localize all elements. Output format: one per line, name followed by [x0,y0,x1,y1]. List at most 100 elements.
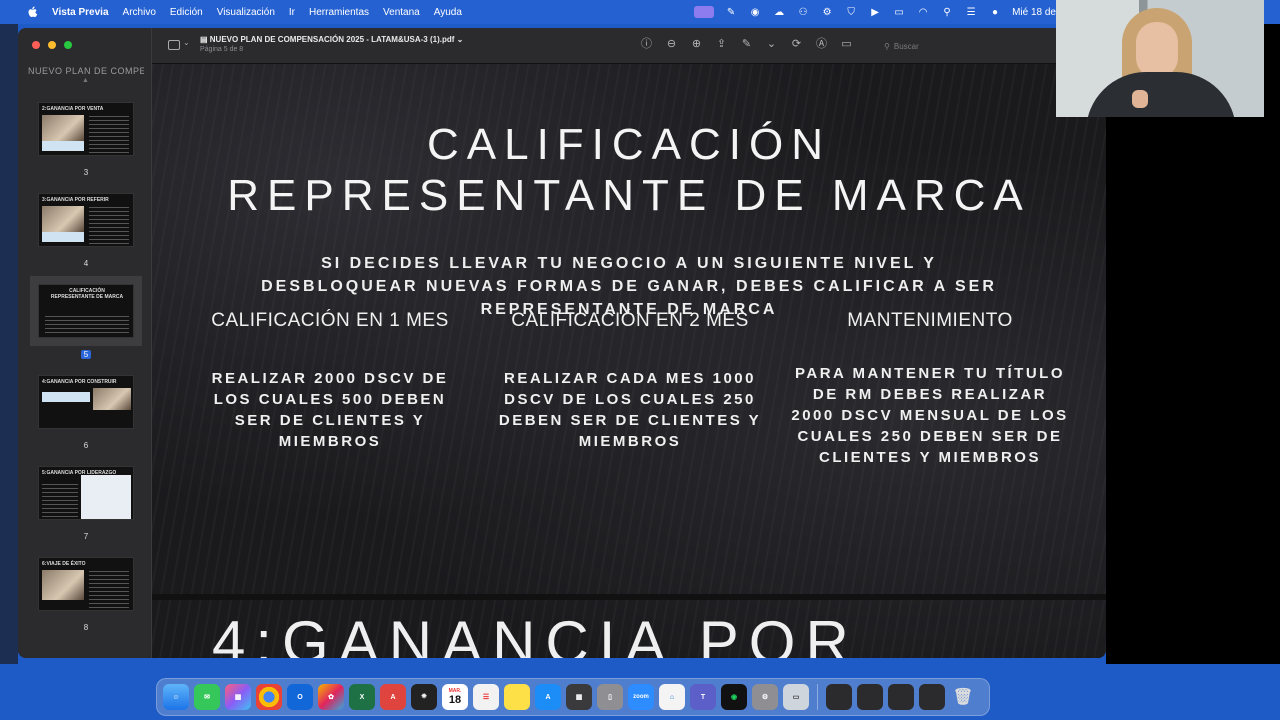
outlook-icon[interactable]: O [287,684,313,710]
info-icon[interactable]: ⓘ [640,38,653,51]
recent-window-4-icon[interactable] [919,684,945,710]
play-icon[interactable]: ▶ [868,5,882,19]
wifi-icon[interactable]: ◠ [916,5,930,19]
thumbnail-photo [93,388,131,410]
calculator-icon[interactable]: ▦ [566,684,592,710]
scroll-up-icon[interactable]: ▲ [82,77,89,84]
sidebar-toggle-icon[interactable] [168,40,180,50]
page-separator [152,594,1106,600]
trash-icon[interactable]: 🗑 [950,684,976,710]
calendar-icon[interactable]: MAR. 18 [442,684,468,710]
markup-pen-icon[interactable]: ✎ [740,38,753,51]
annotate-icon[interactable]: Ⓐ [815,38,828,51]
thumbnail-sidebar: NUEVO PLAN DE COMPE... ▲ 2:GANANCIA POR … [18,28,152,658]
thumbnail-label: 4:GANANCIA POR CONSTRUIR [42,379,117,385]
zoom-in-icon[interactable]: ⊕ [690,38,703,51]
search-field[interactable]: ⚲ Buscar [884,37,994,55]
messages-icon[interactable]: ✉ [194,684,220,710]
menu-ventana[interactable]: Ventana [383,7,420,18]
close-button[interactable] [32,41,40,49]
menu-ayuda[interactable]: Ayuda [434,7,462,18]
control-center-icon[interactable]: ☰ [964,5,978,19]
thumbnail-photo [42,570,84,600]
thumbnail-page-number: 3 [83,168,89,177]
iphone-mirroring-icon[interactable]: ▯ [597,684,623,710]
thumbnail-page-7[interactable]: 5:GANANCIA POR LIDERAZGO 7 [38,466,134,541]
document-title[interactable]: ▤ NUEVO PLAN DE COMPENSACIÓN 2025 - LATA… [200,35,463,44]
menu-herramientas[interactable]: Herramientas [309,7,369,18]
thumbnail-photo [42,115,84,141]
thumbnail-page-number: 4 [83,259,89,268]
thumbnail-page-number: 8 [83,623,89,632]
zoom-out-icon[interactable]: ⊖ [665,38,678,51]
apple-menu-icon[interactable] [24,4,40,20]
menu-archivo[interactable]: Archivo [123,7,156,18]
toolbar: ⌄ ▤ NUEVO PLAN DE COMPENSACIÓN 2025 - LA… [152,28,1106,64]
preview-icon[interactable]: ▭ [783,684,809,710]
column-heading: CALIFICACIÓN EN 1 MES [211,310,449,331]
slide-title-line-1: CALIFICACIÓN [426,120,832,169]
mail-icon[interactable]: ⌂ [659,684,685,710]
recent-window-2-icon[interactable] [857,684,883,710]
webcam-person-hand [1132,90,1148,108]
finder-icon[interactable]: ☺ [163,684,189,710]
thumbnail-page-number: 7 [83,532,89,541]
thumbnail-page-5[interactable]: CALIFICACIÓN REPRESENTANTE DE MARCA 5 [30,276,142,359]
window-controls [32,41,72,49]
zoom-app-icon[interactable]: zoom [628,684,654,710]
photos-icon[interactable]: ✿ [318,684,344,710]
search-placeholder: Buscar [893,41,919,51]
excel-icon[interactable]: X [349,684,375,710]
user-icon[interactable]: ● [988,5,1002,19]
minimize-button[interactable] [48,41,56,49]
page-indicator: Página 5 de 8 [200,46,244,53]
teams-icon[interactable]: T [690,684,716,710]
cloud-icon[interactable]: ☁ [772,5,786,19]
chatgpt-icon[interactable]: ⎈ [411,684,437,710]
thumbnail-page-number: 6 [83,441,89,450]
clock[interactable]: Mié 18 de [1012,7,1056,18]
thumbnail-page-3[interactable]: 2:GANANCIA POR VENTA 3 [38,102,134,177]
search-icon[interactable]: ⚲ [940,5,954,19]
pen-icon[interactable]: ✎ [724,5,738,19]
slide-title-line-2: REPRESENTANTE DE MARCA [227,171,1031,220]
sidebar-title: NUEVO PLAN DE COMPE... [28,66,144,76]
thumbnail-image: 3:GANANCIA POR REFERIR [38,193,134,247]
spotify-icon[interactable]: ◉ [721,684,747,710]
camera-icon[interactable]: ◉ [748,5,762,19]
recent-window-3-icon[interactable] [888,684,914,710]
thumbnail-page-8[interactable]: 6:VIAJE DE ÉXITO 8 [38,557,134,632]
thumbnail-image: CALIFICACIÓN REPRESENTANTE DE MARCA [30,276,142,346]
pdf-page-view[interactable]: CALIFICACIÓN REPRESENTANTE DE MARCA SI D… [152,64,1106,658]
menu-visualizacion[interactable]: Visualización [217,7,275,18]
thumbnail-image: 2:GANANCIA POR VENTA [38,102,134,156]
recent-window-1-icon[interactable] [826,684,852,710]
people-icon[interactable]: ⚇ [796,5,810,19]
reminders-icon[interactable]: ☰ [473,684,499,710]
shield-icon[interactable]: ⛉ [844,5,858,19]
settings-icon[interactable]: ⚙ [752,684,778,710]
form-icon[interactable]: ▭ [840,38,853,51]
dock: ☺ ✉ ▦ O ✿ X A ⎈ MAR. 18 ☰ A ▦ ▯ zoom ⌂ T… [156,678,990,716]
thumbnail-page-4[interactable]: 3:GANANCIA POR REFERIR 4 [38,193,134,268]
chevron-down-icon[interactable]: ⌄ [765,38,778,51]
app-store-icon[interactable]: A [535,684,561,710]
menu-app-name[interactable]: Vista Previa [52,7,109,18]
acrobat-icon[interactable]: A [380,684,406,710]
screen-share-icon[interactable] [694,6,715,18]
share-icon[interactable]: ⇪ [715,38,728,51]
notes-icon[interactable] [504,684,530,710]
menu-edicion[interactable]: Edición [170,7,203,18]
launchpad-icon[interactable]: ▦ [225,684,251,710]
rotate-icon[interactable]: ⟳ [790,38,803,51]
thumbnail-page-6[interactable]: 4:GANANCIA POR CONSTRUIR 6 [38,375,134,450]
chevron-down-icon[interactable]: ⌄ [183,38,190,47]
battery-icon[interactable]: ▭ [892,5,906,19]
zoom-button[interactable] [64,41,72,49]
column-body: REALIZAR CADA MES 1000 DSCV DE LOS CUALE… [498,370,762,450]
chrome-icon[interactable] [256,684,282,710]
toolbar-icons: ⓘ ⊖ ⊕ ⇪ ✎ ⌄ ⟳ Ⓐ ▭ [640,38,853,51]
menu-ir[interactable]: Ir [289,7,295,18]
thumbnail-text-lines [42,481,78,519]
gear-icon[interactable]: ⚙ [820,5,834,19]
